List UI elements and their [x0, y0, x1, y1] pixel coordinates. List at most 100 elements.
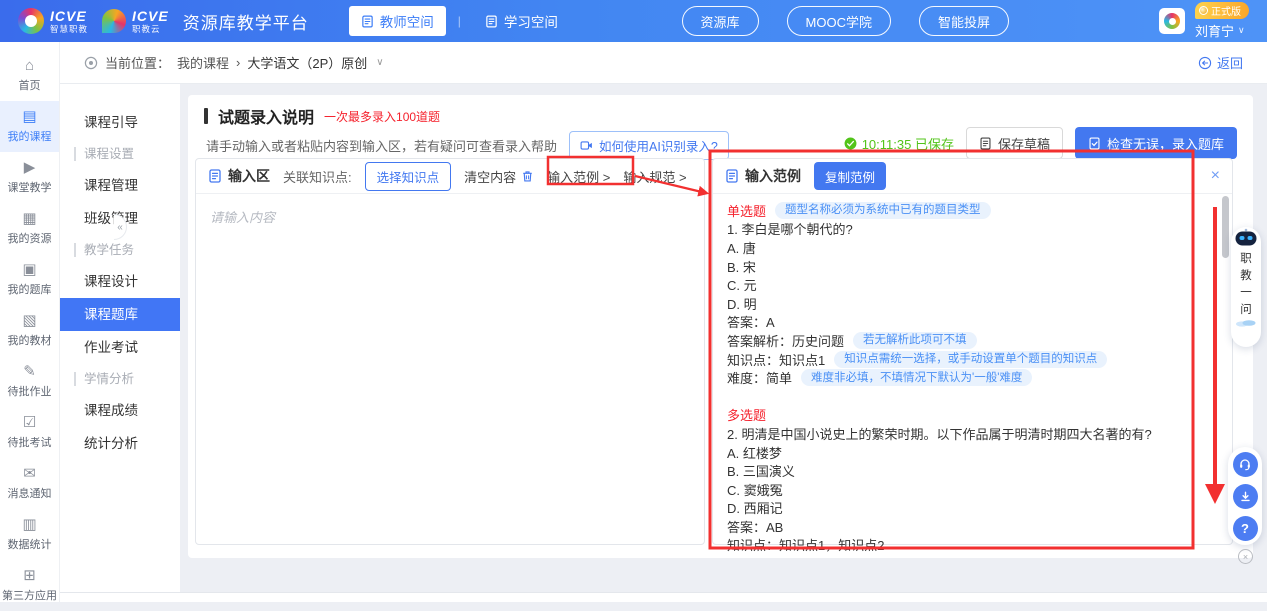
rail-item-my-textbooks[interactable]: ▧我的教材	[0, 305, 59, 356]
menu-statistical-analysis[interactable]: 统计分析	[60, 427, 180, 460]
check-circle-icon	[844, 137, 857, 150]
example-line: B. 三国演义	[727, 461, 1218, 480]
back-arrow-icon	[1198, 56, 1212, 70]
page: { "colors": { "accent": "#4378f0", "head…	[0, 0, 1267, 602]
rail-item-third-party-apps[interactable]: ⊞第三方应用	[0, 560, 59, 611]
rail-item-classroom-teaching[interactable]: ▶ 课堂教学	[0, 152, 59, 203]
example-line-text: 多选题	[727, 405, 766, 424]
example-hint-badge: 若无解析此项可不填	[853, 332, 977, 349]
example-content: 单选题题型名称必须为系统中已有的题目类型1. 李白是哪个朝代的?A. 唐B. 宋…	[713, 194, 1232, 554]
tab-divider: |	[458, 14, 461, 28]
example-blank-line	[727, 387, 1218, 406]
rail-item-label: 我的题库	[8, 281, 52, 297]
example-line: 2. 明清是中国小说史上的繁荣时期。以下作品属于明清时期四大名著的有?	[727, 424, 1218, 443]
clear-content-button[interactable]: 清空内容	[464, 167, 534, 186]
example-line-text: 知识点：知识点1，知识点2	[727, 535, 884, 554]
menu-course-guide[interactable]: 课程引导	[60, 106, 180, 139]
document-icon	[979, 137, 992, 150]
example-line-text: 难度：简单	[727, 368, 792, 387]
help-button[interactable]: ?	[1233, 516, 1258, 541]
rail-item-my-courses[interactable]: ▤我的课程	[0, 101, 59, 152]
chevron-down-icon[interactable]: ∨	[376, 57, 383, 68]
icve-swirl-logo-icon	[18, 8, 44, 34]
tab-learning-space[interactable]: 学习空间	[473, 6, 570, 36]
resource-library-button[interactable]: 资源库	[682, 6, 759, 36]
assistant-tab[interactable]: 职教一问	[1231, 227, 1261, 347]
floating-toolbar-close-icon[interactable]: ×	[1238, 549, 1253, 564]
input-panel: 输入区 关联知识点: 选择知识点 清空内容 输入范例 > 输入规范 >	[195, 158, 705, 545]
assistant-label-char: 一	[1240, 284, 1252, 300]
headset-icon	[1238, 457, 1252, 471]
input-example-link[interactable]: 输入范例 >	[547, 167, 610, 186]
example-line-text: A. 唐	[727, 238, 756, 257]
rail-item-pending-exams[interactable]: ☑待批考试	[0, 407, 59, 458]
ai-recognition-help-button[interactable]: 如何使用AI识别录入?	[569, 131, 729, 160]
back-button[interactable]: 返回	[1198, 53, 1243, 72]
example-line-text: C. 元	[727, 275, 757, 294]
tab-teacher-space[interactable]: 教师空间	[349, 6, 446, 36]
example-line: 答案解析：历史问题若无解析此项可不填	[727, 331, 1218, 350]
document-icon	[208, 169, 222, 183]
medal-icon	[1199, 6, 1208, 15]
space-tab-label: 学习空间	[504, 11, 558, 31]
video-help-icon	[580, 139, 593, 152]
example-line: 难度：简单难度非必填，不填情况下默认为'一般'难度	[727, 368, 1218, 387]
question-input-textarea[interactable]	[196, 194, 704, 544]
example-line: 答案：A	[727, 313, 1218, 332]
download-button[interactable]	[1233, 484, 1258, 509]
example-line-text: 单选题	[727, 201, 766, 220]
rail-item-pending-homework[interactable]: ✎待批作业	[0, 356, 59, 407]
submit-to-bank-button[interactable]: 检查无误，录入题库	[1075, 127, 1237, 159]
title-accent-bar	[204, 108, 208, 124]
menu-homework-exams[interactable]: 作业考试	[60, 331, 180, 364]
page-title: 试题录入说明	[218, 104, 314, 128]
example-line-text: C. 窦娥冤	[727, 480, 783, 499]
breadcrumb-parent[interactable]: 我的课程	[177, 53, 229, 72]
mooc-academy-button[interactable]: MOOC学院	[787, 6, 891, 36]
example-line-text: 1. 李白是哪个朝代的?	[727, 219, 853, 238]
menu-course-grades[interactable]: 课程成绩	[60, 394, 180, 427]
example-scrollbar[interactable]	[1222, 196, 1229, 258]
select-knowledge-button[interactable]: 选择知识点	[365, 162, 452, 191]
app-qr-icon[interactable]	[1159, 8, 1185, 34]
user-name: 刘育宁	[1195, 21, 1234, 40]
example-line-text: 2. 明清是中国小说史上的繁荣时期。以下作品属于明清时期四大名著的有?	[727, 424, 1152, 443]
cloud-download-icon	[1239, 490, 1252, 503]
menu-course-design[interactable]: 课程设计	[60, 265, 180, 298]
close-icon[interactable]: ×	[1211, 168, 1220, 184]
rail-item-label: 课堂教学	[8, 179, 52, 195]
menu-course-management[interactable]: 课程管理	[60, 169, 180, 202]
save-draft-button[interactable]: 保存草稿	[966, 127, 1063, 159]
menu-section-course-settings: 课程设置	[74, 147, 180, 161]
customer-service-button[interactable]	[1233, 452, 1258, 477]
rail-item-label: 我的课程	[8, 128, 52, 144]
version-badge: 正式版	[1195, 2, 1249, 19]
peacock-logo-icon	[102, 9, 126, 33]
copy-example-button[interactable]: 复制范例	[814, 162, 886, 190]
rail-item-my-resources[interactable]: ▦我的资源	[0, 203, 59, 254]
breadcrumb-current[interactable]: 大学语文（2P）原创	[247, 53, 367, 72]
smart-screencast-button[interactable]: 智能投屏	[919, 6, 1009, 36]
icon-rail: ⌂首页▤我的课程 ▶ 课堂教学 ▦我的资源▣我的题库▧我的教材✎待批作业☑待批考试✉消…	[0, 42, 60, 602]
menu-course-question-bank[interactable]: 课程题库	[60, 298, 180, 331]
input-standard-link[interactable]: 输入规范 >	[623, 167, 686, 186]
example-panel: 输入范例 复制范例 × 单选题题型名称必须为系统中已有的题目类型1. 李白是哪个…	[712, 158, 1233, 545]
related-knowledge-label: 关联知识点:	[283, 167, 352, 186]
exam-icon: ☑	[23, 415, 36, 430]
rail-item-data-statistics[interactable]: ▥数据统计	[0, 509, 59, 560]
floating-toolbar: ?	[1228, 447, 1262, 545]
example-line: 知识点：知识点1知识点需统一选择，或手动设置单个题目的知识点	[727, 350, 1218, 369]
classroom-icon: ▶	[24, 160, 36, 175]
home-icon: ⌂	[25, 58, 34, 73]
logo1-name: ICVE	[50, 9, 88, 23]
question-mark-icon: ?	[1241, 521, 1249, 536]
instruction-text: 请手动输入或者粘贴内容到输入区，若有疑问可查看录入帮助	[206, 136, 557, 155]
rail-item-home[interactable]: ⌂首页	[0, 50, 59, 101]
rail-item-notifications[interactable]: ✉消息通知	[0, 458, 59, 509]
user-menu[interactable]: 刘育宁 ∨	[1195, 21, 1245, 40]
course-menu: 课程引导课程设置课程管理班级管理教学任务课程设计课程题库作业考试学情分析课程成绩…	[60, 84, 180, 602]
rail-item-my-question-bank[interactable]: ▣我的题库	[0, 254, 59, 305]
clipboard-icon	[725, 169, 739, 183]
space-tab-icon	[361, 15, 374, 28]
example-line-text: B. 宋	[727, 257, 756, 276]
